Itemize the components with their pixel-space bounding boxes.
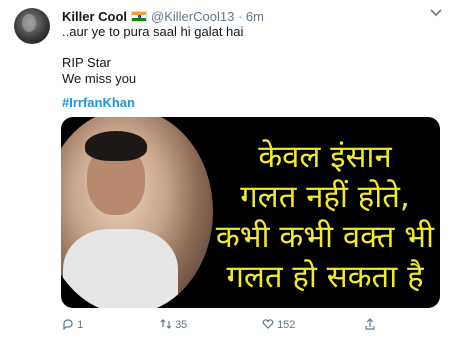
- tweet-actions: 1 35 152: [62, 318, 392, 338]
- retweet-icon: [160, 318, 172, 330]
- image-caption-line-2: गलत नहीं होते,: [240, 179, 410, 215]
- retweet-button[interactable]: 35: [160, 318, 187, 331]
- like-button[interactable]: 152: [262, 318, 295, 331]
- retweet-count: 35: [175, 319, 188, 331]
- hashtag-link[interactable]: #IrrfanKhan: [62, 95, 135, 111]
- image-caption-line-4: गलत हो सकता है: [226, 259, 424, 295]
- chevron-down-icon[interactable]: [430, 8, 442, 20]
- tweet-text-line-2: RIP Star: [62, 55, 111, 70]
- like-count: 152: [277, 319, 296, 331]
- image-caption-line-3: कभी कभी वक्त भी: [215, 219, 435, 255]
- share-button[interactable]: [364, 318, 376, 331]
- portrait-photo: [61, 117, 213, 308]
- separator-dot: ·: [237, 9, 243, 24]
- avatar[interactable]: [14, 8, 50, 44]
- india-flag-icon: [131, 11, 148, 22]
- image-caption-line-1: केवल इंसान: [258, 139, 392, 175]
- author-handle[interactable]: @KillerCool13: [151, 9, 234, 24]
- tweet[interactable]: Killer Cool @KillerCool13 · 6m ..aur ye t…: [0, 0, 451, 338]
- author-name[interactable]: Killer Cool: [62, 9, 127, 24]
- heart-icon: [262, 318, 274, 330]
- share-icon: [364, 318, 376, 330]
- tweet-timestamp[interactable]: 6m: [246, 9, 264, 24]
- image-caption: केवल इंसान गलत नहीं होते, कभी कभी वक्त भ…: [211, 137, 439, 297]
- reply-button[interactable]: 1: [62, 318, 83, 331]
- tweet-media-image[interactable]: केवल इंसान गलत नहीं होते, कभी कभी वक्त भ…: [61, 117, 440, 308]
- tweet-text-line-1: ..aur ye to pura saal hi galat hai: [62, 24, 244, 39]
- tweet-header: Killer Cool @KillerCool13 · 6m: [62, 9, 264, 24]
- tweet-text-line-3: We miss you: [62, 71, 137, 86]
- reply-count: 1: [77, 319, 84, 331]
- reply-icon: [62, 318, 74, 331]
